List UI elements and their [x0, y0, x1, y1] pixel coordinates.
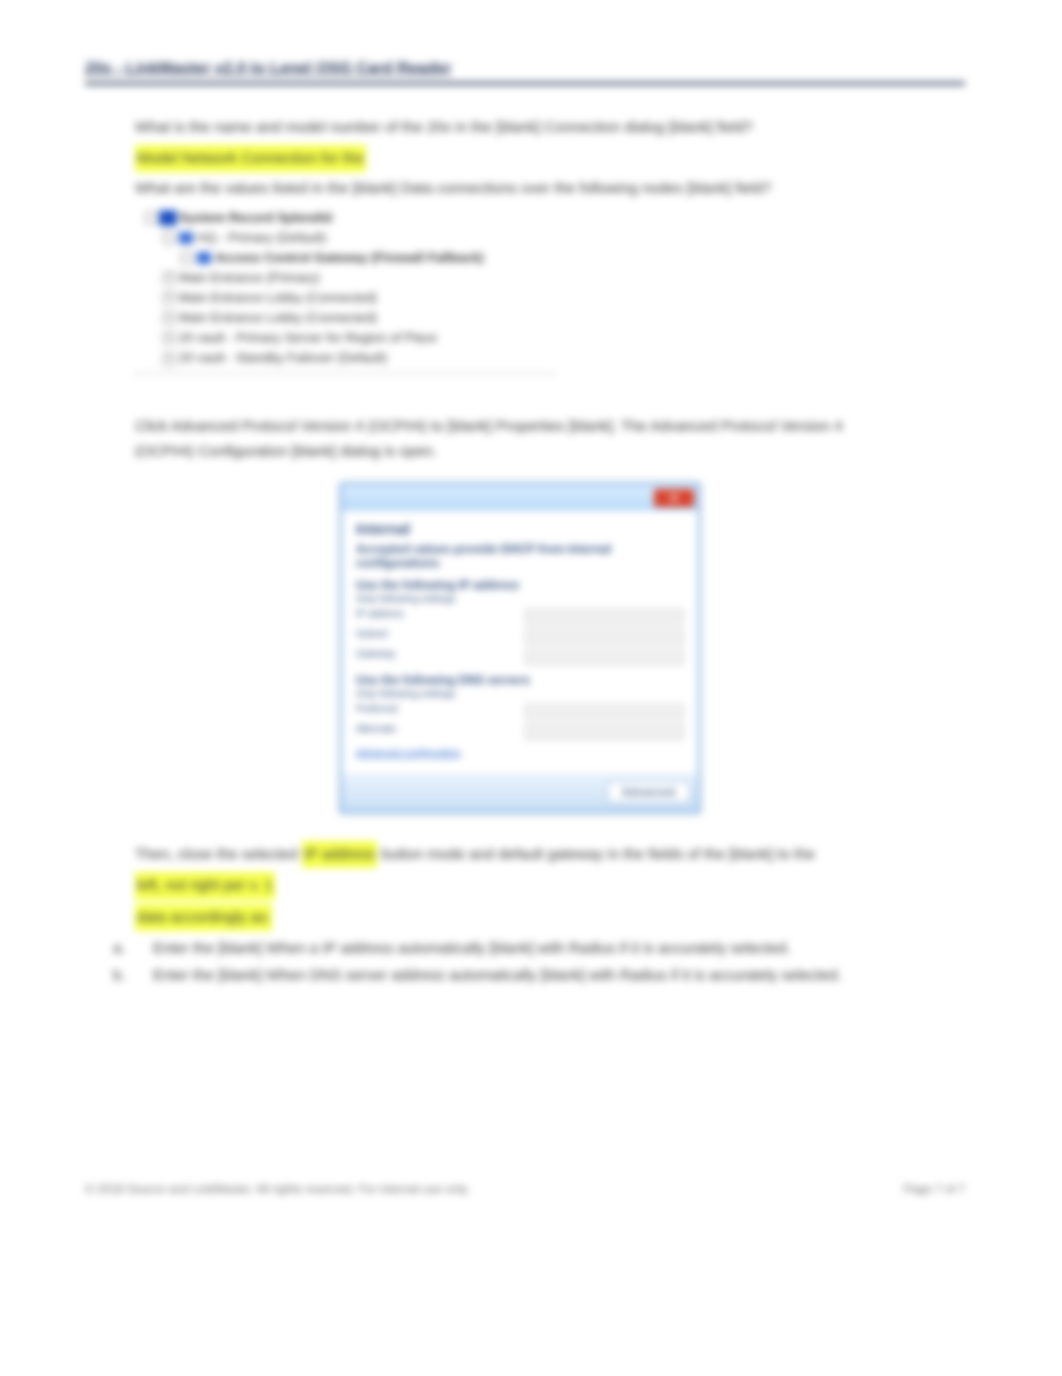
- input-ip[interactable]: [525, 609, 684, 625]
- q3-text-2: button mode and default gateway in the f…: [381, 846, 815, 863]
- tree-node[interactable]: - HQ - Primary (Default): [135, 228, 555, 248]
- input-gateway[interactable]: [525, 649, 684, 665]
- tree-node-label: Main Entrance (Primary): [179, 268, 320, 288]
- footer-page-number: Page 7 of 7: [904, 1182, 965, 1196]
- dialog-subheading: Accepted values provide DHCP from Intern…: [356, 542, 684, 570]
- label-subnet: Subnet: [356, 629, 515, 645]
- question-1-answer: Model Network Connection for the: [135, 145, 905, 173]
- list-item: a.Enter the [blank] When a IP address au…: [135, 935, 905, 962]
- close-icon[interactable]: ✕: [654, 489, 694, 507]
- tree-node[interactable]: - System Record Splendid: [135, 208, 555, 228]
- q3-text-1: Then, close the selected: [135, 846, 298, 863]
- dialog-group2-sub: Only following settings: [356, 689, 684, 700]
- label-alt: Alternate: [356, 724, 515, 740]
- label-ip: IP address: [356, 609, 515, 625]
- input-pref[interactable]: [525, 704, 684, 720]
- dialog-body: Internal Accepted values provide DHCP fr…: [342, 511, 698, 773]
- dialog-group1-sub: Only following settings: [356, 594, 684, 605]
- tree-node[interactable]: + Main Entrance Lobby (Connected): [135, 288, 555, 308]
- tree-node-label: 20 vault - Standby Failover (Default): [179, 348, 387, 368]
- tree-node[interactable]: +20 vault - Standby Failover (Default): [135, 348, 555, 368]
- dialog-titlebar: ✕: [342, 485, 698, 511]
- question-2: What are the values listed in the [blank…: [135, 176, 905, 202]
- highlight-answer-1: Model Network Connection for the: [135, 145, 366, 173]
- list-item: b.Enter the [blank] When DNS server addr…: [135, 962, 905, 989]
- expand-icon[interactable]: +: [163, 353, 175, 365]
- dialog-ok-button[interactable]: Advanced: [607, 781, 690, 803]
- expand-icon[interactable]: -: [145, 212, 157, 224]
- footer-copyright: © 2018 Source and LinkMaster. All rights…: [85, 1182, 470, 1196]
- label-pref: Preferred: [356, 704, 515, 720]
- header-rule: 20x - LinkMaster v2.0 to Lenel OSG Card …: [85, 60, 965, 85]
- header-title: 20x - LinkMaster v2.0 to Lenel OSG Card …: [85, 60, 451, 77]
- dialog-grid-1: IP address Subnet Gateway: [356, 609, 684, 665]
- dialog-group1-title: Use the following IP address: [356, 578, 684, 592]
- tree-node[interactable]: - Access Control Gateway (Firewall Fallba…: [135, 248, 555, 268]
- tree-node[interactable]: + Main Entrance (Primary): [135, 268, 555, 288]
- tree-view: -System Record Splendid-HQ - Primary (De…: [135, 208, 555, 374]
- label-gateway: Gateway: [356, 649, 515, 665]
- tree-node[interactable]: +20 vault - Primary Server for Region of…: [135, 328, 555, 348]
- input-alt[interactable]: [525, 724, 684, 740]
- tree-node-label: Main Entrance Lobby (Connected): [179, 308, 377, 328]
- highlight-ip: IP address: [302, 841, 377, 869]
- content-block: What is the name and model number of the…: [85, 115, 905, 989]
- expand-icon[interactable]: +: [163, 332, 175, 344]
- dialog-link[interactable]: Advanced configuration: [356, 748, 461, 759]
- dialog-group2-title: Use the following DNS servers: [356, 673, 684, 687]
- tree-node-label: Access Control Gateway (Firewall Fallbac…: [215, 248, 484, 268]
- question-3: Then, close the selected IP address butt…: [135, 841, 905, 869]
- tree-node-label: Main Entrance Lobby (Connected): [179, 288, 377, 308]
- paragraph-instruction: Click Advanced Protocol Version 4 (OCP#4…: [135, 414, 905, 465]
- tree-node[interactable]: + Main Entrance Lobby (Connected): [135, 308, 555, 328]
- dialog-screenshot: ✕ Internal Accepted values provide DHCP …: [135, 483, 905, 813]
- expand-icon[interactable]: +: [163, 272, 175, 284]
- dialog-heading: Internal: [356, 521, 684, 538]
- dialog-window: ✕ Internal Accepted values provide DHCP …: [340, 483, 700, 813]
- folder-icon: [179, 232, 193, 244]
- question-1: What is the name and model number of the…: [135, 115, 905, 141]
- expand-icon[interactable]: -: [163, 232, 175, 244]
- highlight-left: left, not right per v. 1: [135, 872, 275, 900]
- page-footer: © 2018 Source and LinkMaster. All rights…: [85, 1182, 965, 1196]
- question-3b: left, not right per v. 1: [135, 872, 905, 900]
- page: 20x - LinkMaster v2.0 to Lenel OSG Card …: [85, 60, 965, 989]
- expand-icon[interactable]: -: [181, 252, 193, 264]
- dialog-grid-2: Preferred Alternate: [356, 704, 684, 740]
- input-subnet[interactable]: [525, 629, 684, 645]
- tree-node-label: HQ - Primary (Default): [197, 228, 326, 248]
- folder-icon: [161, 212, 175, 224]
- dialog-footer: Advanced: [342, 773, 698, 811]
- bullet-list: a.Enter the [blank] When a IP address au…: [135, 935, 905, 989]
- expand-icon[interactable]: +: [163, 292, 175, 304]
- tree-node-label: 20 vault - Primary Server for Region of …: [179, 328, 437, 348]
- tree-node-label: System Record Splendid: [179, 208, 332, 228]
- expand-icon[interactable]: +: [163, 312, 175, 324]
- highlight-data: data accordingly as:: [135, 904, 272, 932]
- folder-icon: [197, 252, 211, 264]
- question-3c: data accordingly as:: [135, 904, 905, 932]
